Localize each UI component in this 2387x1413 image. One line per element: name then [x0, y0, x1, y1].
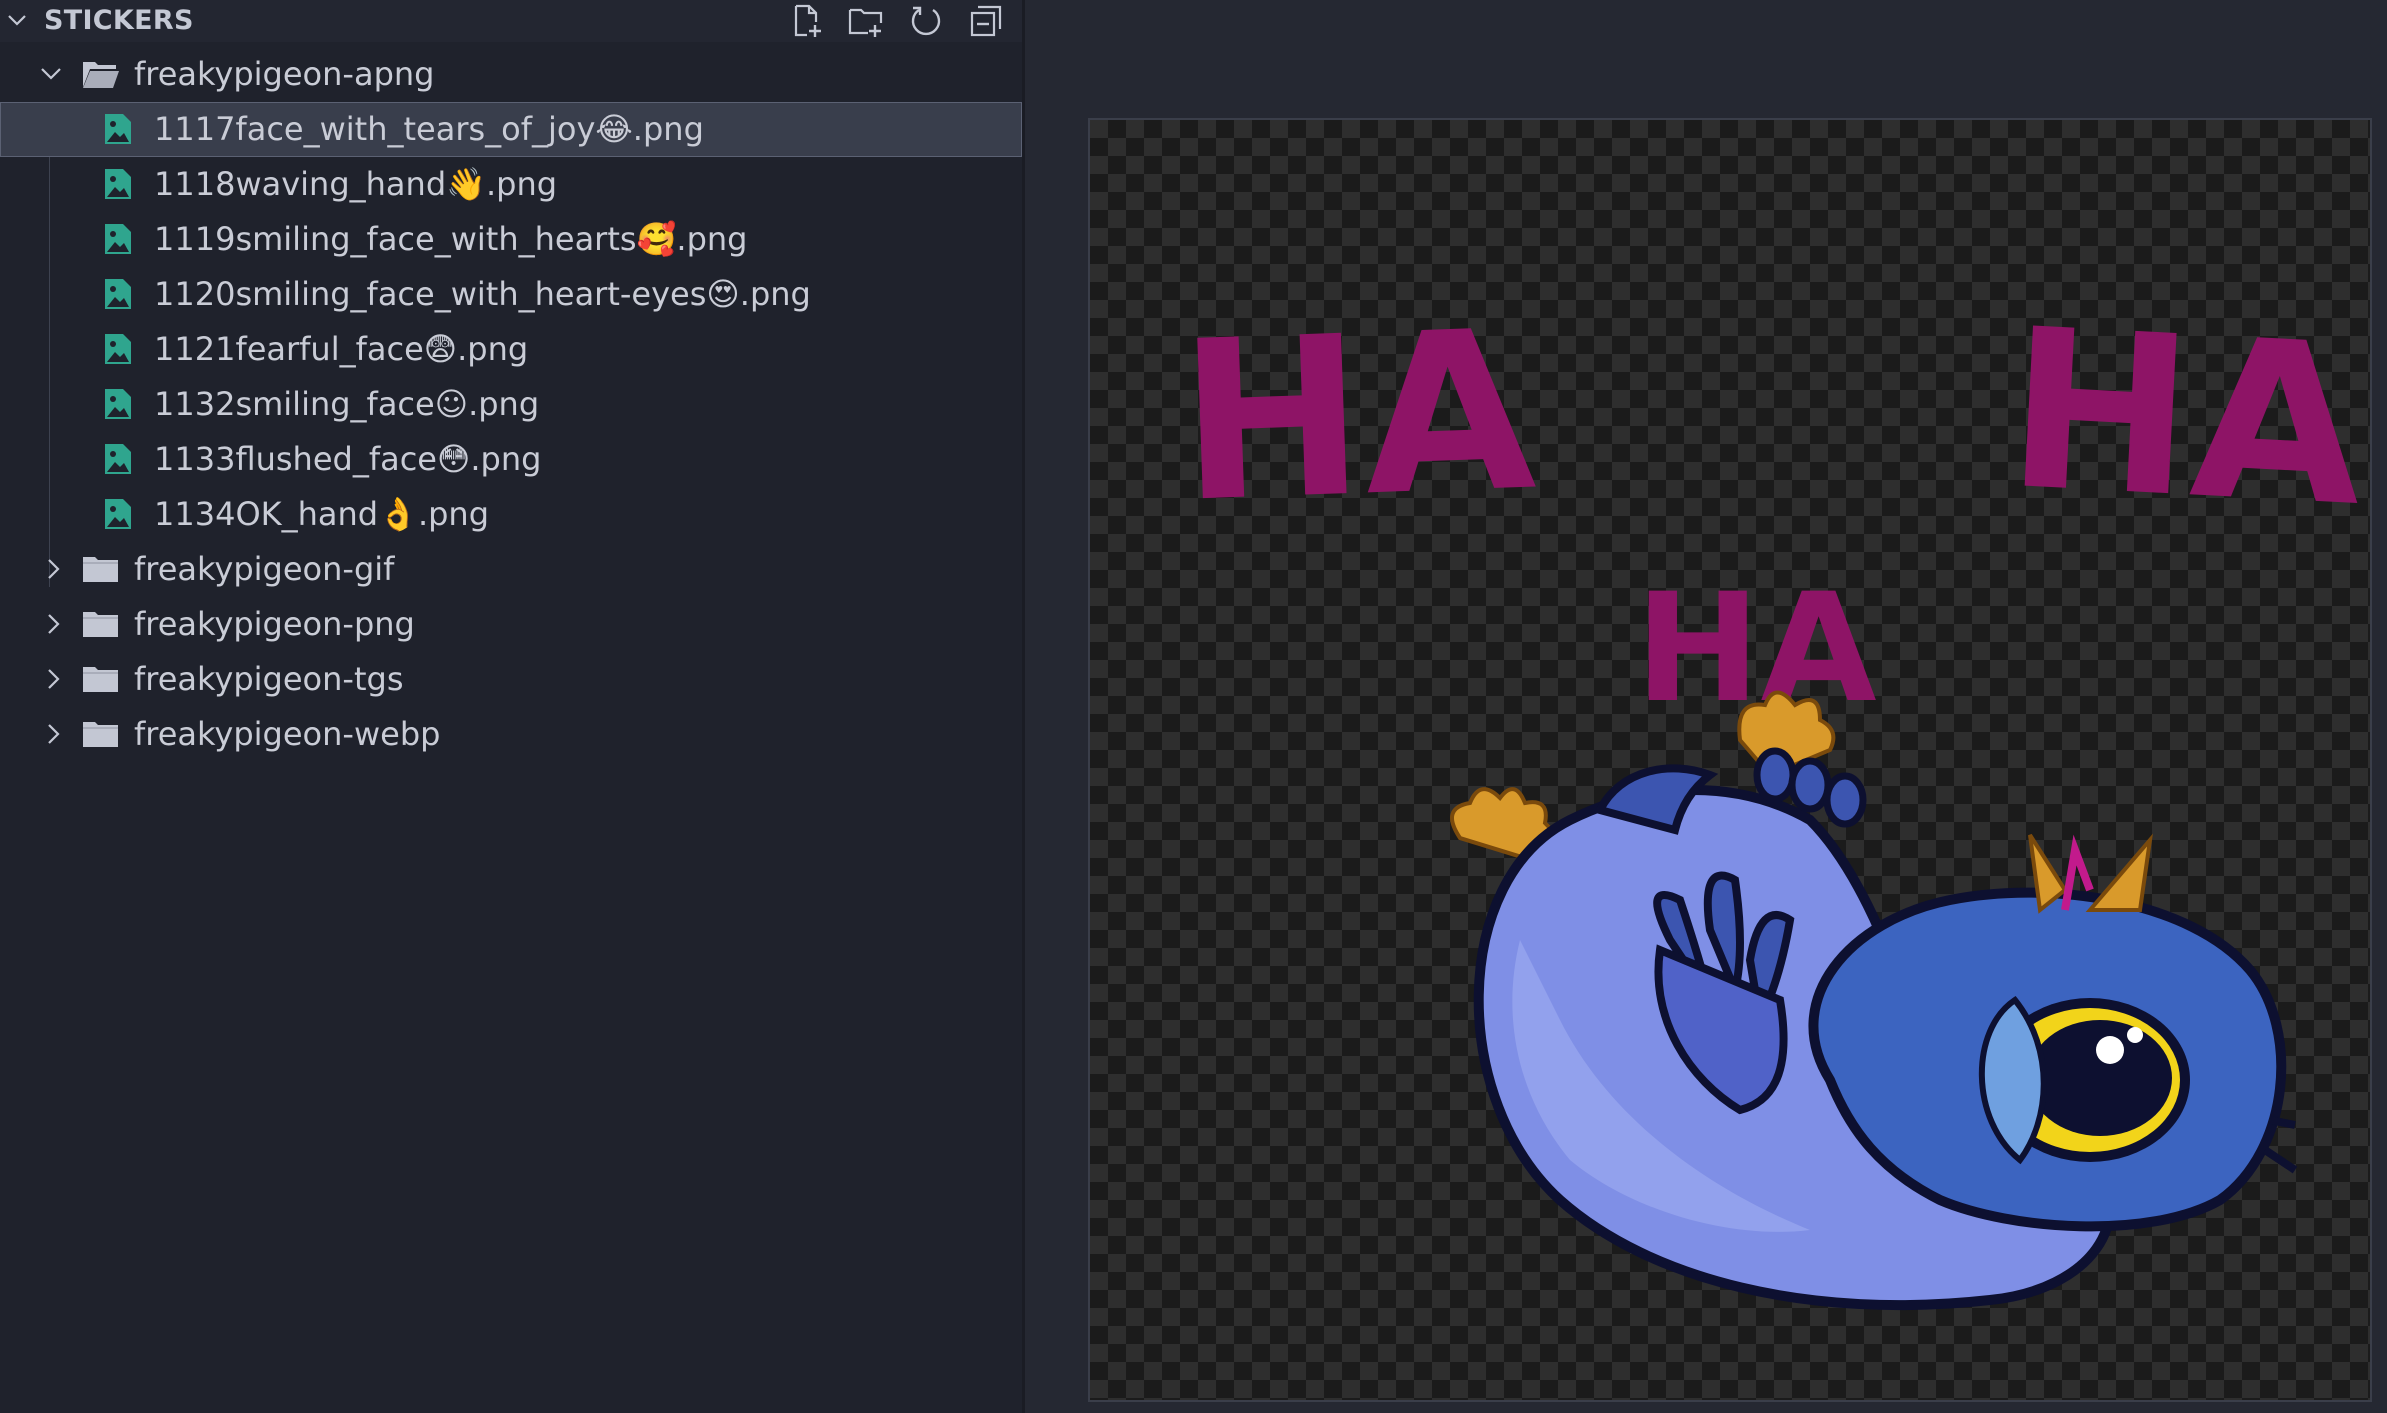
chevron-down-icon[interactable] — [4, 7, 30, 33]
file-row-1134[interactable]: 1134OK_hand👌.png — [0, 487, 1022, 542]
folder-label: freakypigeon-gif — [134, 550, 395, 588]
new-folder-button[interactable] — [844, 0, 888, 42]
image-file-icon — [105, 114, 131, 144]
folder-icon — [83, 667, 118, 692]
chevron-right-icon[interactable] — [40, 556, 66, 582]
folder-label: freakypigeon-webp — [134, 715, 441, 753]
ha-text-1: HA — [1176, 283, 1539, 551]
file-label: 1120smiling_face_with_heart-eyes😍.png — [154, 275, 811, 313]
new-file-button[interactable] — [784, 0, 828, 42]
file-row-1121[interactable]: 1121fearful_face😨.png — [0, 322, 1022, 377]
header-actions — [784, 0, 1008, 42]
explorer-section-header[interactable]: STICKERS — [0, 0, 1022, 42]
collapse-all-icon — [970, 5, 1002, 37]
collapse-all-button[interactable] — [964, 0, 1008, 42]
chevron-down-icon[interactable] — [38, 61, 64, 87]
image-file-icon — [105, 389, 131, 419]
file-row-1120[interactable]: 1120smiling_face_with_heart-eyes😍.png — [0, 267, 1022, 322]
image-file-icon — [105, 169, 131, 199]
image-file-icon — [105, 279, 131, 309]
folder-icon — [83, 722, 118, 747]
folder-icon — [83, 557, 118, 582]
ha-text-2: HA — [2002, 281, 2369, 555]
file-label: 1134OK_hand👌.png — [154, 495, 490, 533]
refresh-button[interactable] — [904, 0, 948, 42]
sticker-image: HA HA HA — [1176, 281, 2369, 1311]
chevron-right-icon[interactable] — [40, 611, 66, 637]
refresh-icon — [911, 6, 941, 36]
folder-label: freakypigeon-tgs — [134, 660, 404, 698]
file-label: 1117face_with_tears_of_joy😂.png — [154, 110, 704, 148]
image-file-icon — [105, 334, 131, 364]
chevron-right-icon[interactable] — [40, 721, 66, 747]
image-file-icon — [105, 499, 131, 529]
file-label: 1121fearful_face😨.png — [154, 330, 529, 368]
new-folder-icon — [848, 8, 883, 37]
file-row-1119[interactable]: 1119smiling_face_with_hearts🥰.png — [0, 212, 1022, 267]
image-file-icon — [105, 444, 131, 474]
file-row-1133[interactable]: 1133flushed_face😳.png — [0, 432, 1022, 487]
folder-row-freakypigeon-tgs[interactable]: freakypigeon-tgs — [0, 652, 1022, 707]
new-file-icon — [794, 4, 821, 37]
pigeon-eye — [1978, 995, 2190, 1165]
folder-row-freakypigeon-png[interactable]: freakypigeon-png — [0, 597, 1022, 652]
folder-row-freakypigeon-webp[interactable]: freakypigeon-webp — [0, 707, 1022, 762]
file-label: 1119smiling_face_with_hearts🥰.png — [154, 220, 748, 258]
section-title: STICKERS — [44, 5, 194, 36]
folder-label: freakypigeon-png — [134, 605, 415, 643]
folder-row-freakypigeon-gif[interactable]: freakypigeon-gif — [0, 542, 1022, 597]
image-file-icon — [105, 224, 131, 254]
file-label: 1133flushed_face😳.png — [154, 440, 542, 478]
folder-row-freakypigeon-apng[interactable]: freakypigeon-apng — [0, 47, 1022, 102]
file-row-1117[interactable]: 1117face_with_tears_of_joy😂.png — [0, 102, 1022, 157]
file-tree: freakypigeon-apng 1117face_with_tears_of… — [0, 47, 1022, 762]
file-row-1118[interactable]: 1118waving_hand👋.png — [0, 157, 1022, 212]
image-preview: HA HA HA — [1088, 118, 2372, 1402]
explorer-panel: STICKERS freakypigeon-apng 1117face_with… — [0, 0, 1022, 1413]
file-label: 1118waving_hand👋.png — [154, 165, 558, 203]
chevron-right-icon[interactable] — [40, 666, 66, 692]
folder-label: freakypigeon-apng — [134, 55, 435, 93]
folder-open-icon — [83, 62, 119, 88]
folder-icon — [83, 612, 118, 637]
file-label: 1132smiling_face☺.png — [154, 385, 540, 423]
file-row-1132[interactable]: 1132smiling_face☺.png — [0, 377, 1022, 432]
pigeon-illustration — [1450, 690, 2298, 1311]
